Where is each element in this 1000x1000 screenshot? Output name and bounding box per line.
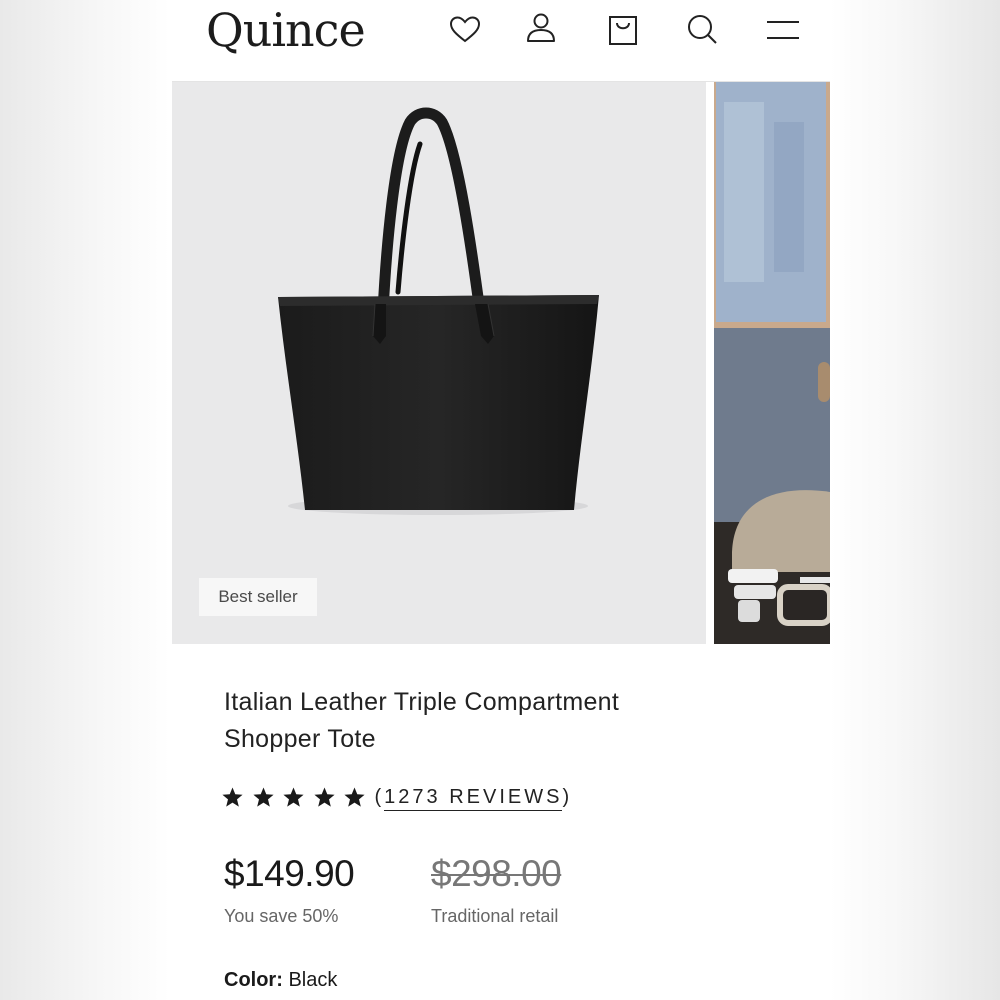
wishlist-heart-icon[interactable] <box>446 10 484 48</box>
reviews-close-paren: ) <box>562 785 573 808</box>
best-seller-badge: Best seller <box>199 578 317 616</box>
reviews-link-wrapper: (1273 REVIEWS) <box>374 785 573 811</box>
retail-price: $298.00 <box>431 853 562 894</box>
tote-bag-image <box>278 107 599 515</box>
star-icon <box>313 786 336 809</box>
shopping-bag-icon[interactable] <box>604 10 642 48</box>
account-user-icon[interactable] <box>522 10 560 48</box>
product-title-line: Italian Leather Triple Compartment <box>224 688 620 716</box>
star-icon <box>252 786 275 809</box>
color-value: Black <box>288 969 338 991</box>
site-header: Quince <box>172 0 830 82</box>
product-title-line: Shopper Tote <box>224 725 376 753</box>
lifestyle-photo-image <box>714 82 830 644</box>
brand-logo[interactable]: Quince <box>206 4 366 56</box>
product-image-next[interactable] <box>714 82 830 644</box>
mobile-page: Quince Best seller Italian Leather Tripl… <box>172 0 830 1000</box>
search-icon[interactable] <box>683 10 721 48</box>
retail-label: Traditional retail <box>431 906 559 926</box>
savings-text: You save 50% <box>224 906 339 926</box>
reviews-link[interactable]: 1273 REVIEWS <box>384 785 563 811</box>
product-rating: (1273 REVIEWS) <box>221 783 572 811</box>
product-title: Italian Leather Triple Compartment Shopp… <box>224 684 724 758</box>
reviews-open-paren: ( <box>374 785 385 808</box>
star-icon <box>282 786 305 809</box>
menu-icon[interactable] <box>764 10 802 48</box>
star-icon <box>343 786 366 809</box>
product-image-main[interactable]: Best seller <box>172 82 706 644</box>
color-selection-label: Color: Black <box>224 969 337 992</box>
sale-price: $149.90 <box>224 853 355 894</box>
color-label: Color: <box>224 969 283 991</box>
star-icon <box>221 786 244 809</box>
product-image-carousel[interactable]: Best seller <box>172 82 830 644</box>
